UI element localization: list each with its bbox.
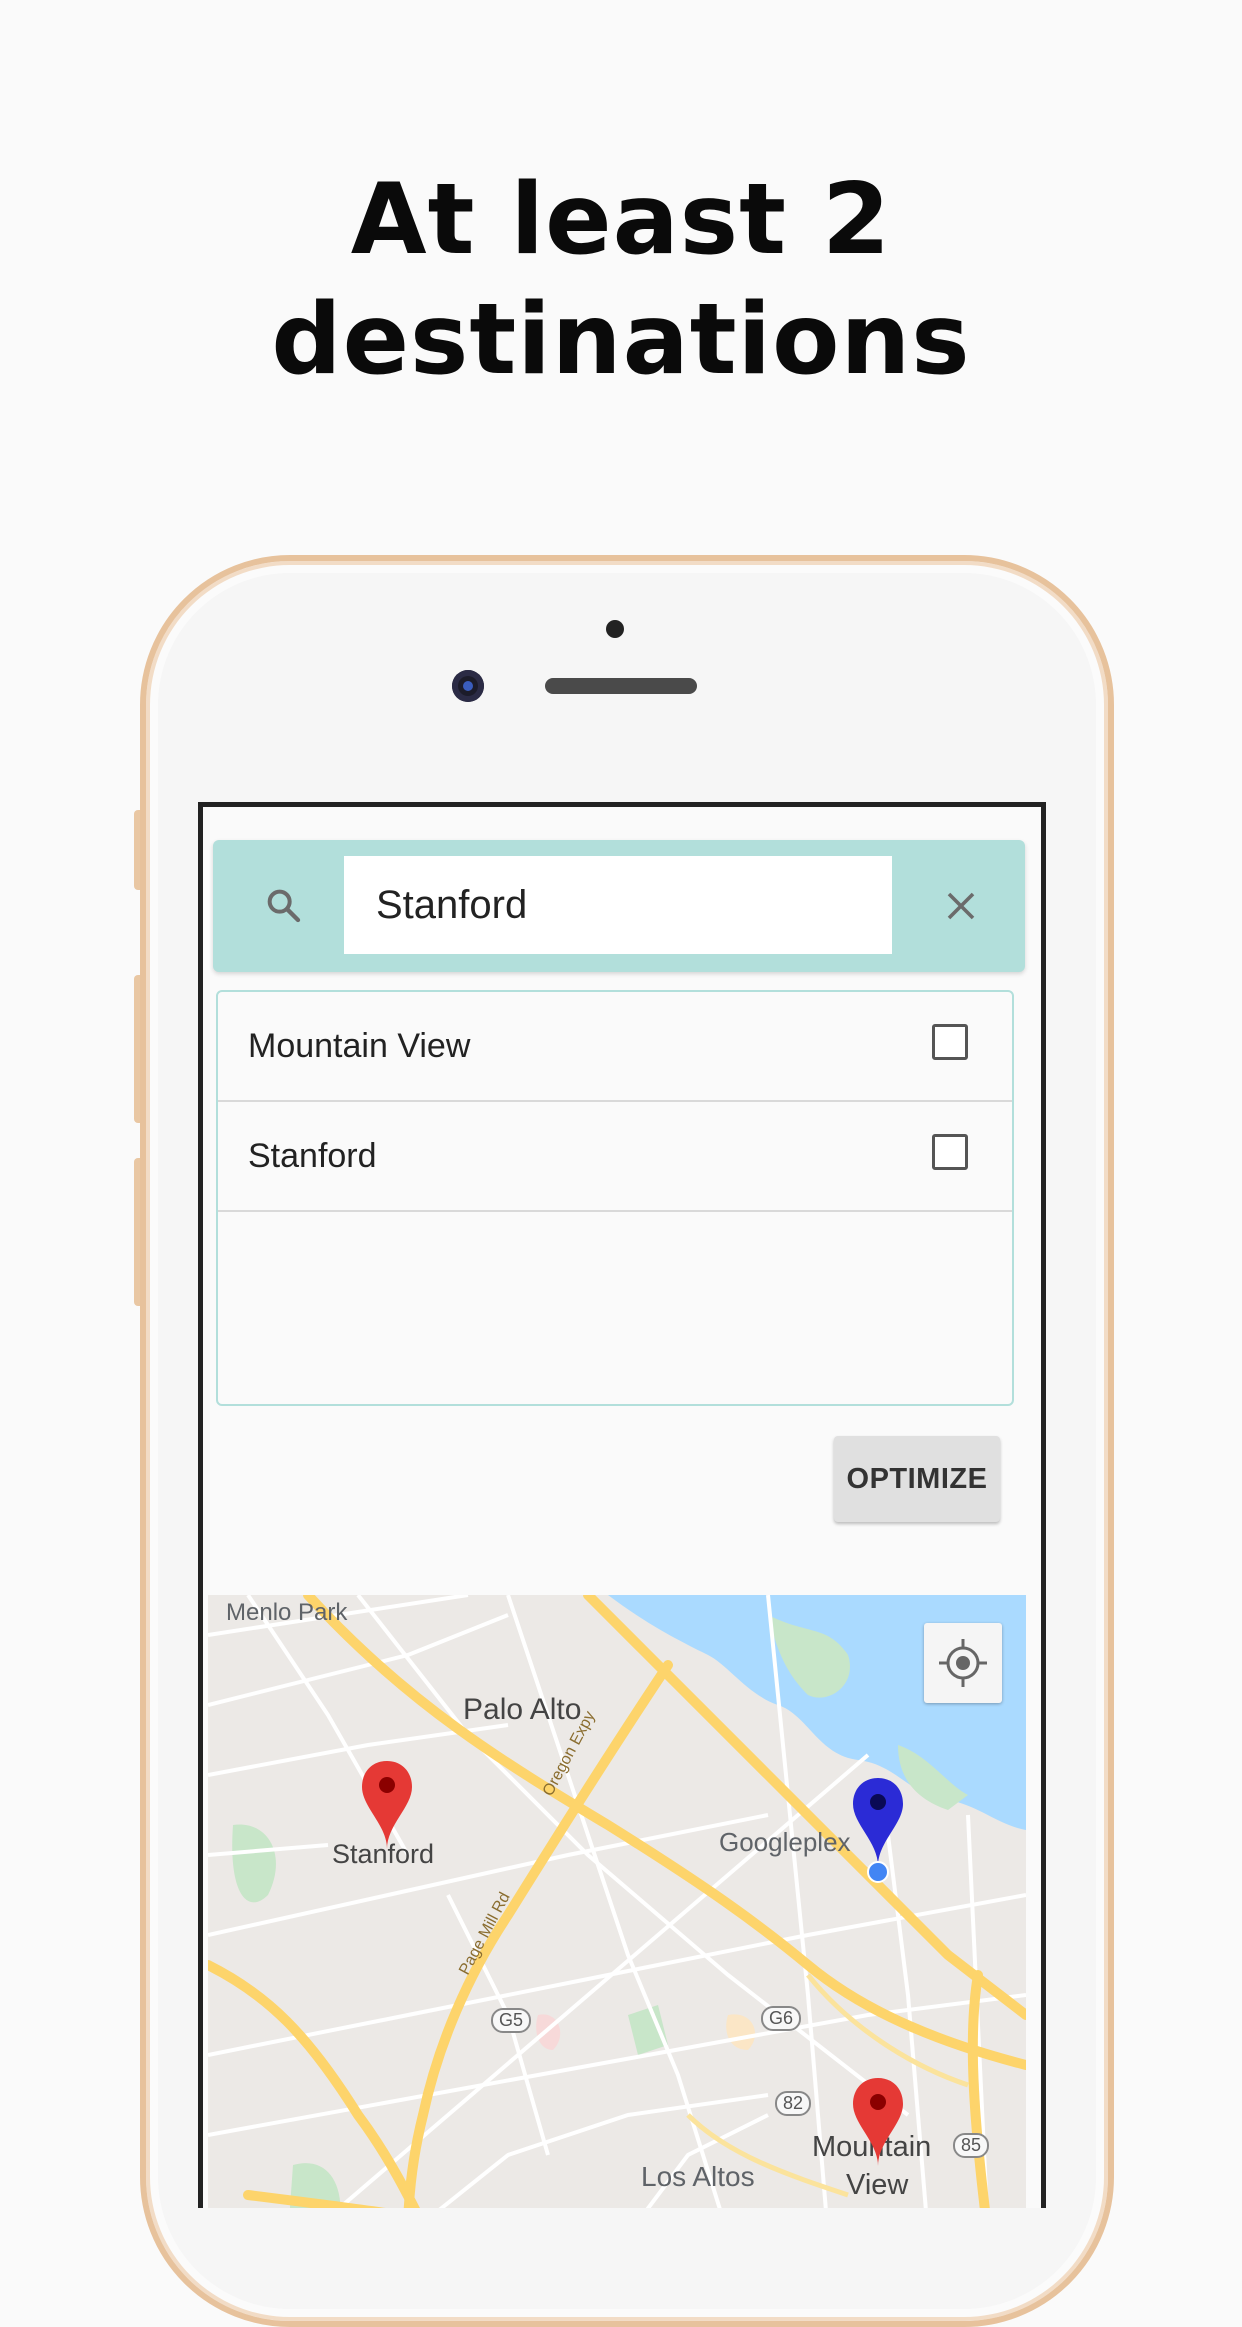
search-bar: [213, 840, 1025, 972]
phone-screen: Mountain View Stanford OPTIMIZE: [198, 802, 1046, 2208]
close-icon[interactable]: [943, 888, 979, 924]
mountain-view-marker-icon[interactable]: [851, 2076, 905, 2168]
route-shield-85: 85: [953, 2133, 990, 2158]
map-label-view: View: [846, 2169, 909, 2201]
phone-front-camera: [452, 670, 484, 702]
destination-checkbox[interactable]: [932, 1134, 968, 1170]
destination-label: Mountain View: [248, 1026, 471, 1065]
crosshair-icon: [939, 1639, 987, 1687]
destination-checkbox[interactable]: [932, 1024, 968, 1060]
destination-list: Mountain View Stanford: [216, 990, 1014, 1406]
map-label-menlo-park: Menlo Park: [226, 1599, 348, 1626]
map-label-los-altos: Los Altos: [641, 2161, 755, 2192]
current-location-dot-icon: [867, 1861, 889, 1883]
map-label-googleplex: Googleplex: [719, 1827, 851, 1857]
googleplex-marker-icon[interactable]: [851, 1776, 905, 1868]
optimize-button[interactable]: OPTIMIZE: [834, 1436, 1000, 1522]
phone-speaker: [545, 678, 697, 694]
search-input[interactable]: [344, 856, 892, 954]
list-item[interactable]: Mountain View: [218, 992, 1012, 1102]
map-label-palo-alto: Palo Alto: [463, 1693, 582, 1726]
search-icon[interactable]: [263, 885, 303, 925]
list-item[interactable]: Stanford: [218, 1102, 1012, 1212]
page-headline: At least 2 destinations: [271, 163, 971, 397]
route-shield-82: 82: [775, 2091, 812, 2116]
destination-label: Stanford: [248, 1136, 377, 1175]
route-shield-g6: G6: [761, 2006, 802, 2031]
phone-sensor: [606, 620, 624, 638]
stanford-marker-icon[interactable]: [360, 1759, 414, 1851]
my-location-button[interactable]: [924, 1623, 1002, 1703]
map-view[interactable]: Menlo Park Palo Alto Stanford Googleplex…: [208, 1595, 1026, 2208]
route-shield-g5: G5: [491, 2008, 532, 2033]
